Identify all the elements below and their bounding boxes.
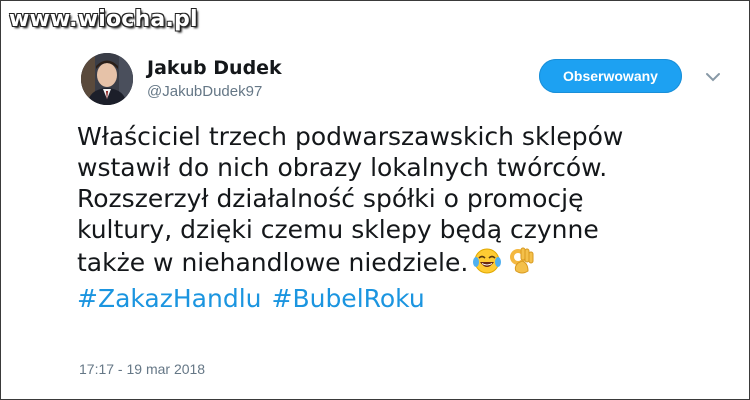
avatar-photo: [81, 53, 133, 105]
hashtags: #ZakazHandlu #BubelRoku: [77, 283, 697, 314]
author-name[interactable]: Jakub Dudek: [147, 57, 282, 79]
tweet-line: także w niehandlowe niedziele.: [77, 248, 469, 277]
chevron-down-icon[interactable]: [705, 71, 721, 83]
author-handle[interactable]: @JakubDudek97: [147, 83, 262, 100]
ok-hand-emoji-icon: [506, 245, 536, 282]
tweet-text: Właściciel trzech podwarszawskich sklepó…: [77, 121, 697, 314]
tweet-line: wstawił do nich obrazy lokalnych twórców…: [77, 153, 608, 182]
tweet-line: Rozszerzył działalność spółki o promocję: [77, 184, 584, 213]
avatar[interactable]: [81, 53, 133, 105]
tweet-line-last: także w niehandlowe niedziele.: [77, 245, 697, 282]
site-watermark: www.wiocha.pl: [9, 7, 198, 32]
following-button[interactable]: Obserwowany: [539, 59, 682, 93]
tweet-line: kultury, dzięki czemu sklepy będą czynne: [77, 215, 599, 244]
tweet-line: Właściciel trzech podwarszawskich sklepó…: [77, 122, 624, 151]
hashtag-link[interactable]: #ZakazHandlu: [77, 284, 262, 313]
hashtag-link[interactable]: #BubelRoku: [272, 284, 425, 313]
tweet-card: www.wiocha.pl Jakub Dudek @JakubDudek97 …: [0, 0, 750, 400]
tears-of-joy-emoji-icon: [472, 247, 502, 282]
tweet-timestamp[interactable]: 17:17 - 19 mar 2018: [79, 361, 205, 377]
